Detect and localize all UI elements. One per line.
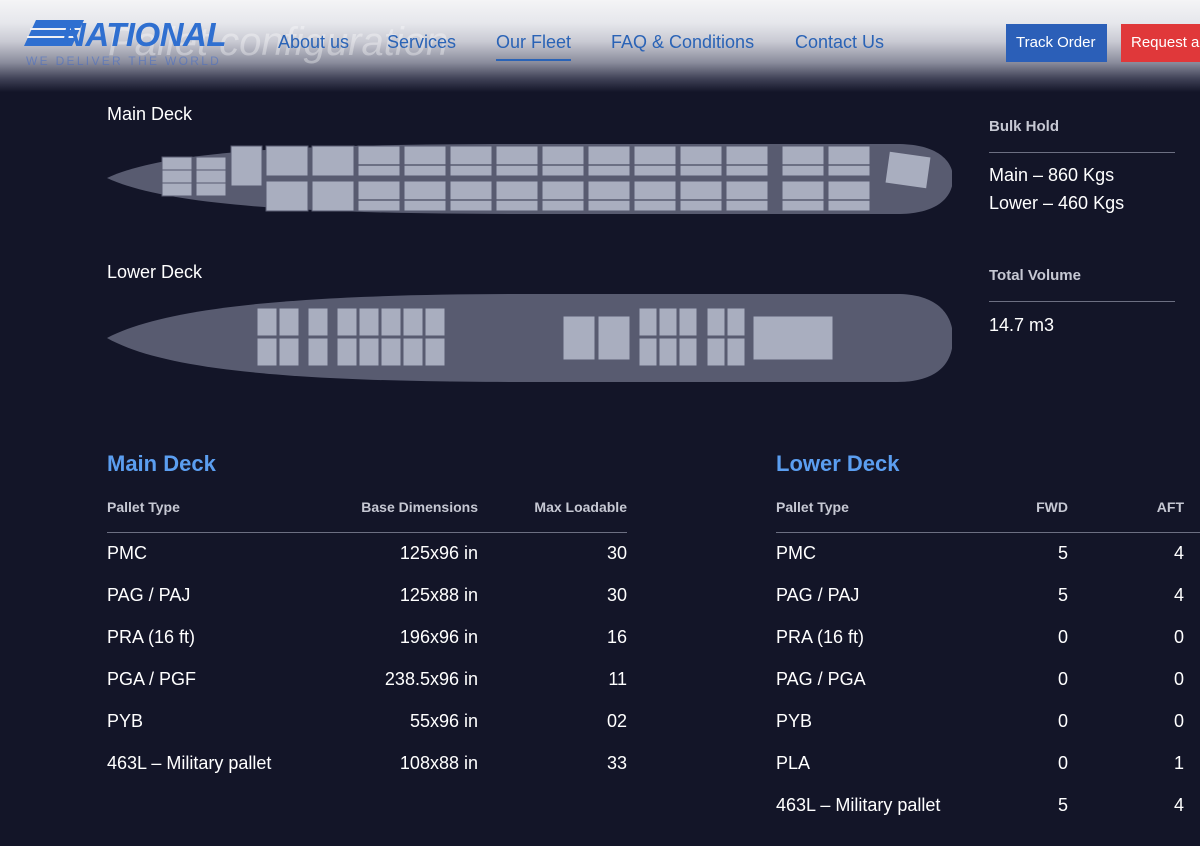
- pallet-type: PRA (16 ft): [107, 627, 196, 647]
- total-volume-heading: Total Volume: [989, 267, 1081, 284]
- main-deck-label: Main Deck: [107, 104, 193, 124]
- pallet-type: PYB: [776, 711, 813, 731]
- bulk-hold-heading: Bulk Hold: [989, 118, 1059, 135]
- pallet-type: PLA: [776, 753, 811, 773]
- column-header-fwd: FWD: [1036, 499, 1068, 515]
- nav-about-us[interactable]: About us: [278, 32, 349, 59]
- fwd-count: 5: [1057, 795, 1068, 815]
- aft-count: 0: [1173, 669, 1184, 689]
- base-dimensions: 125x88 in: [399, 585, 478, 605]
- aft-count: 4: [1173, 543, 1184, 563]
- nav-contact-us[interactable]: Contact Us: [795, 32, 884, 59]
- pallet-type: PAG / PAJ: [776, 585, 860, 605]
- pallet-type: PGA / PGF: [107, 669, 197, 689]
- bulk-hold-lower: Lower – 460 Kgs: [989, 193, 1125, 213]
- base-dimensions: 238.5x96 in: [384, 669, 478, 689]
- max-loadable: 16: [606, 627, 627, 647]
- max-loadable: 30: [606, 585, 627, 605]
- max-loadable: 11: [608, 669, 627, 689]
- max-loadable: 30: [606, 543, 627, 563]
- track-order-button[interactable]: Track Order: [1006, 24, 1107, 62]
- aft-count: 1: [1173, 753, 1184, 773]
- fwd-count: 0: [1057, 669, 1068, 689]
- table-header-divider: [776, 532, 1200, 533]
- pallet-type: 463L – Military pallet: [107, 753, 272, 773]
- aft-count: 0: [1173, 627, 1184, 647]
- max-loadable: 33: [606, 753, 627, 773]
- logo-wordmark: NATIONAL: [62, 16, 227, 53]
- nav-faq-conditions[interactable]: FAQ & Conditions: [611, 32, 754, 59]
- aft-count: 4: [1173, 795, 1184, 815]
- fwd-count: 5: [1057, 543, 1068, 563]
- main-deck-diagram: [107, 144, 952, 214]
- column-header-max-loadable: Max Loadable: [534, 499, 627, 515]
- bulk-hold-main: Main – 860 Kgs: [989, 165, 1115, 185]
- divider: [989, 301, 1175, 302]
- base-dimensions: 55x96 in: [409, 711, 478, 731]
- main-deck-table-title: Main Deck: [107, 451, 216, 476]
- site-header: Pallet configuration NATIONAL WE DELIVER…: [0, 0, 1200, 92]
- fwd-count: 5: [1057, 585, 1068, 605]
- column-header-aft: AFT: [1156, 499, 1184, 515]
- aft-count: 0: [1173, 711, 1184, 731]
- pallet-type: PAG / PGA: [776, 669, 866, 689]
- max-loadable: 02: [606, 711, 627, 731]
- pallet-type: PAG / PAJ: [107, 585, 191, 605]
- pallet-type: 463L – Military pallet: [776, 795, 941, 815]
- divider: [989, 152, 1175, 153]
- logo-tagline: WE DELIVER THE WORLD: [26, 54, 222, 68]
- nav-services[interactable]: Services: [387, 32, 456, 59]
- lower-deck-table-title: Lower Deck: [776, 451, 900, 476]
- logo[interactable]: NATIONAL WE DELIVER THE WORLD: [24, 16, 244, 70]
- base-dimensions: 108x88 in: [399, 753, 478, 773]
- pallet-type: PRA (16 ft): [776, 627, 865, 647]
- pallet-type: PYB: [107, 711, 144, 731]
- column-header-pallet-type: Pallet Type: [107, 499, 180, 515]
- table-header-divider: [107, 532, 627, 533]
- aft-count: 4: [1173, 585, 1184, 605]
- column-header-pallet-type: Pallet Type: [776, 499, 849, 515]
- base-dimensions: 125x96 in: [399, 543, 478, 563]
- fwd-count: 0: [1057, 711, 1068, 731]
- fwd-count: 0: [1057, 627, 1068, 647]
- pallet-type: PMC: [776, 543, 816, 563]
- request-button[interactable]: Request a: [1121, 24, 1200, 62]
- base-dimensions: 196x96 in: [399, 627, 478, 647]
- fwd-count: 0: [1057, 753, 1068, 773]
- total-volume-value: 14.7 m3: [989, 315, 1055, 335]
- nav-our-fleet[interactable]: Our Fleet: [496, 32, 572, 61]
- column-header-base-dimensions: Base Dimensions: [361, 499, 478, 515]
- lower-deck-label: Lower Deck: [107, 262, 203, 282]
- pallet-type: PMC: [107, 543, 147, 563]
- lower-deck-diagram: [107, 294, 952, 382]
